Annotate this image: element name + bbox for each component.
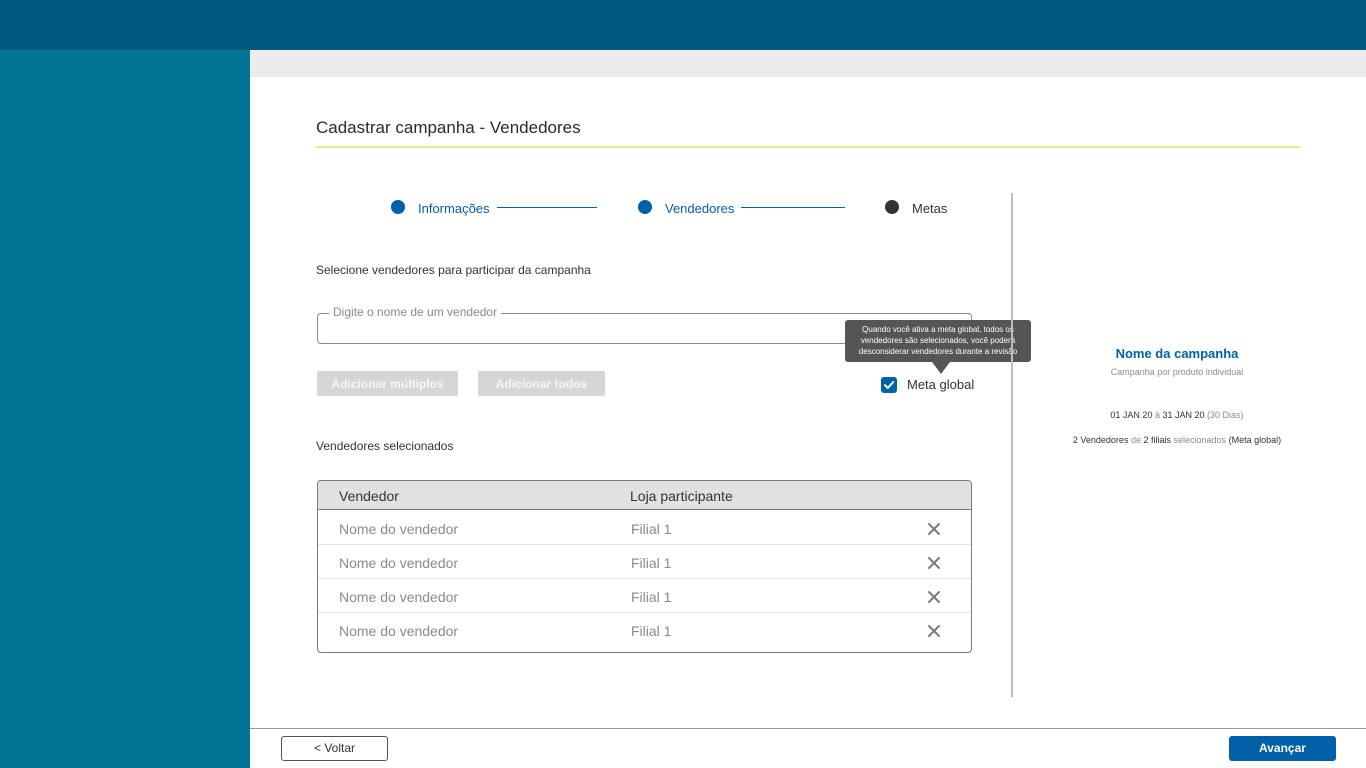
step-dot-informacoes [391,200,405,214]
summary-divider [1011,193,1013,697]
summary-duration: (30 Dias) [1207,410,1244,420]
table-row: Nome do vendedor Filial 1 [318,511,971,545]
next-button[interactable]: Avançar [1229,736,1336,761]
vendor-search-label: Digite o nome de um vendedor [329,305,502,319]
step-label-vendedores[interactable]: Vendedores [665,201,734,216]
sub-header-bar [250,50,1366,77]
summary-vendor-info: 2 Vendedores de 2 filiais selecionados (… [1027,435,1327,445]
title-divider [316,146,1300,148]
step-dot-vendedores [638,200,652,214]
selected-vendors-table: Vendedor Loja participante Nome do vende… [317,480,972,653]
summary-of-word: de [1130,435,1141,445]
summary-end-date: 31 JAN 20 [1162,410,1205,420]
table-row: Nome do vendedor Filial 1 [318,579,971,613]
tooltip-arrow [932,362,950,374]
store-cell: Filial 1 [631,555,672,571]
back-button[interactable]: < Voltar [281,736,388,761]
summary-selected-word: selecionados [1173,435,1227,445]
vendor-selection-instruction: Selecione vendedores para participar da … [316,263,591,277]
step-label-metas[interactable]: Metas [912,201,947,216]
summary-goal-mode: (Meta global) [1228,435,1282,445]
top-bar [0,0,1366,50]
summary-campaign-name: Nome da campanha [1115,346,1239,361]
add-multiple-button[interactable]: Adicionar múltiplos [317,371,458,396]
vendor-name-cell: Nome do vendedor [339,623,459,639]
page-title: Cadastrar campanha - Vendedores [316,118,581,137]
close-icon[interactable] [927,624,941,638]
table-row: Nome do vendedor Filial 1 [318,613,971,647]
column-header-vendor: Vendedor [339,488,399,504]
global-goal-tooltip: Quando você ativa a meta global, todos o… [845,320,1031,362]
store-cell: Filial 1 [631,623,672,639]
close-icon[interactable] [927,590,941,604]
step-connector-1 [497,207,597,208]
step-label-informacoes[interactable]: Informações [418,201,490,216]
check-icon [884,381,895,389]
add-all-button[interactable]: Adicionar todos [478,371,605,396]
store-cell: Filial 1 [631,589,672,605]
close-icon[interactable] [927,522,941,536]
vendor-name-cell: Nome do vendedor [339,521,459,537]
summary-campaign-type: Campanha por produto individual [1110,367,1244,377]
footer-divider [250,728,1366,729]
sidebar [0,50,250,768]
global-goal-checkbox[interactable] [881,377,897,393]
summary-date-range: 01 JAN 20 à 31 JAN 20 (30 Dias) [1077,410,1277,420]
table-header: Vendedor Loja participante [318,481,971,510]
column-header-store: Loja participante [630,488,733,504]
step-dot-metas [885,200,899,214]
step-connector-2 [741,207,845,208]
close-icon[interactable] [927,556,941,570]
table-row: Nome do vendedor Filial 1 [318,545,971,579]
vendor-name-cell: Nome do vendedor [339,555,459,571]
summary-date-separator: à [1154,410,1160,420]
selected-vendors-title: Vendedores selecionados [316,439,454,453]
store-cell: Filial 1 [631,521,672,537]
summary-branch-count: 2 filiais [1143,435,1171,445]
summary-start-date: 01 JAN 20 [1110,410,1153,420]
vendor-name-cell: Nome do vendedor [339,589,459,605]
global-goal-label[interactable]: Meta global [907,377,974,392]
summary-vendor-count: 2 Vendedores [1072,435,1129,445]
